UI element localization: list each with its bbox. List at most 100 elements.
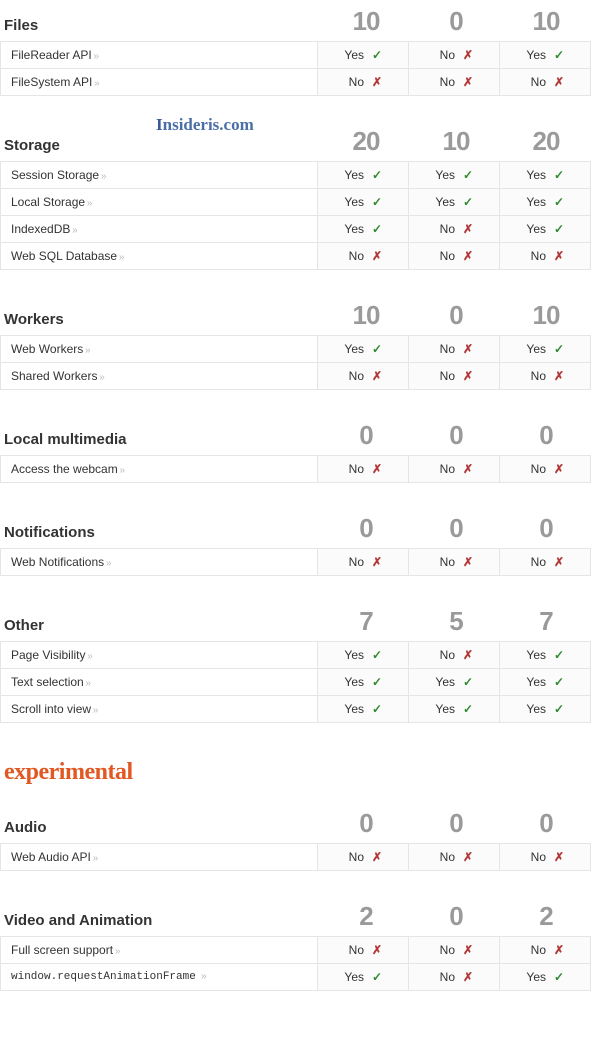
value-cell: No✗: [409, 336, 500, 363]
feature-link[interactable]: Access the webcam »: [1, 456, 318, 483]
table-row: Shared Workers »No✗No✗No✗: [1, 363, 591, 390]
feature-link[interactable]: FileSystem API »: [1, 69, 318, 96]
check-icon: ✓: [370, 195, 384, 209]
cross-icon: ✗: [370, 249, 384, 263]
value-cell: No✗: [318, 456, 409, 483]
table-row: Page Visibility »Yes✓No✗Yes✓: [1, 642, 591, 669]
value-cell: No✗: [500, 844, 591, 871]
cross-icon: ✗: [461, 249, 475, 263]
check-icon: ✓: [370, 168, 384, 182]
table-row: IndexedDB »Yes✓No✗Yes✓: [1, 216, 591, 243]
cross-icon: ✗: [461, 369, 475, 383]
section-score: 0: [411, 6, 501, 37]
section-score: 0: [411, 901, 501, 932]
value-cell: No✗: [409, 549, 500, 576]
table-row: Local Storage »Yes✓Yes✓Yes✓: [1, 189, 591, 216]
section-title: Files: [4, 17, 321, 34]
experimental-heading: experimental: [0, 747, 591, 802]
feature-link[interactable]: Web Workers »: [1, 336, 318, 363]
feature-link[interactable]: Web Notifications »: [1, 549, 318, 576]
feature-link[interactable]: window.requestAnimationFrame »: [1, 964, 318, 991]
value-cell: No✗: [409, 456, 500, 483]
section-score: 0: [411, 808, 501, 839]
value-cell: No✗: [409, 216, 500, 243]
value-cell: Yes✓: [318, 216, 409, 243]
section-score: 2: [321, 901, 411, 932]
check-icon: ✓: [552, 648, 566, 662]
table-row: Access the webcam »No✗No✗No✗: [1, 456, 591, 483]
table-row: Web Workers »Yes✓No✗Yes✓: [1, 336, 591, 363]
table-row: FileSystem API »No✗No✗No✗: [1, 69, 591, 96]
check-icon: ✓: [552, 222, 566, 236]
feature-link[interactable]: Shared Workers »: [1, 363, 318, 390]
feature-table: Web Audio API »No✗No✗No✗: [0, 843, 591, 871]
feature-table: Web Workers »Yes✓No✗Yes✓Shared Workers »…: [0, 335, 591, 390]
value-cell: Yes✓: [500, 964, 591, 991]
value-cell: No✗: [500, 937, 591, 964]
value-cell: No✗: [318, 363, 409, 390]
chevron-right-icon: »: [119, 465, 123, 476]
cross-icon: ✗: [552, 943, 566, 957]
value-cell: Yes✓: [500, 642, 591, 669]
chevron-right-icon: »: [85, 678, 89, 689]
check-icon: ✓: [370, 648, 384, 662]
section-score: 7: [321, 606, 411, 637]
section-score: 0: [321, 420, 411, 451]
check-icon: ✓: [552, 48, 566, 62]
value-cell: Yes✓: [409, 189, 500, 216]
chevron-right-icon: »: [105, 558, 109, 569]
value-cell: Yes✓: [318, 669, 409, 696]
section-score: 0: [501, 513, 591, 544]
cross-icon: ✗: [370, 850, 384, 864]
cross-icon: ✗: [461, 943, 475, 957]
section-title: Video and Animation: [4, 912, 321, 929]
value-cell: No✗: [409, 844, 500, 871]
value-cell: No✗: [409, 69, 500, 96]
cross-icon: ✗: [552, 75, 566, 89]
feature-link[interactable]: Full screen support »: [1, 937, 318, 964]
section-header: StorageInsideris.com201020: [0, 120, 591, 161]
value-cell: Yes✓: [500, 42, 591, 69]
check-icon: ✓: [370, 702, 384, 716]
section-title: Other: [4, 617, 321, 634]
check-icon: ✓: [552, 970, 566, 984]
chevron-right-icon: »: [93, 51, 97, 62]
section-score: 0: [411, 420, 501, 451]
cross-icon: ✗: [552, 249, 566, 263]
feature-link[interactable]: IndexedDB »: [1, 216, 318, 243]
value-cell: No✗: [318, 844, 409, 871]
value-cell: No✗: [409, 363, 500, 390]
check-icon: ✓: [370, 970, 384, 984]
feature-link[interactable]: Web Audio API »: [1, 844, 318, 871]
feature-link[interactable]: Session Storage »: [1, 162, 318, 189]
feature-link[interactable]: Page Visibility »: [1, 642, 318, 669]
check-icon: ✓: [370, 675, 384, 689]
check-icon: ✓: [370, 222, 384, 236]
value-cell: Yes✓: [500, 162, 591, 189]
feature-link[interactable]: FileReader API »: [1, 42, 318, 69]
section-title: Notifications: [4, 524, 321, 541]
cross-icon: ✗: [461, 850, 475, 864]
value-cell: No✗: [409, 42, 500, 69]
cross-icon: ✗: [370, 943, 384, 957]
feature-link[interactable]: Local Storage »: [1, 189, 318, 216]
value-cell: Yes✓: [409, 162, 500, 189]
table-row: Web Notifications »No✗No✗No✗: [1, 549, 591, 576]
chevron-right-icon: »: [93, 78, 97, 89]
table-row: Text selection »Yes✓Yes✓Yes✓: [1, 669, 591, 696]
value-cell: Yes✓: [500, 216, 591, 243]
chevron-right-icon: »: [100, 171, 104, 182]
check-icon: ✓: [552, 342, 566, 356]
feature-link[interactable]: Scroll into view »: [1, 696, 318, 723]
cross-icon: ✗: [461, 462, 475, 476]
value-cell: Yes✓: [318, 336, 409, 363]
feature-link[interactable]: Text selection »: [1, 669, 318, 696]
section-score: 0: [321, 513, 411, 544]
cross-icon: ✗: [552, 369, 566, 383]
feature-link[interactable]: Web SQL Database »: [1, 243, 318, 270]
feature-table: FileReader API »Yes✓No✗Yes✓FileSystem AP…: [0, 41, 591, 96]
table-row: window.requestAnimationFrame »Yes✓No✗Yes…: [1, 964, 591, 991]
value-cell: Yes✓: [318, 964, 409, 991]
value-cell: Yes✓: [500, 669, 591, 696]
check-icon: ✓: [552, 195, 566, 209]
